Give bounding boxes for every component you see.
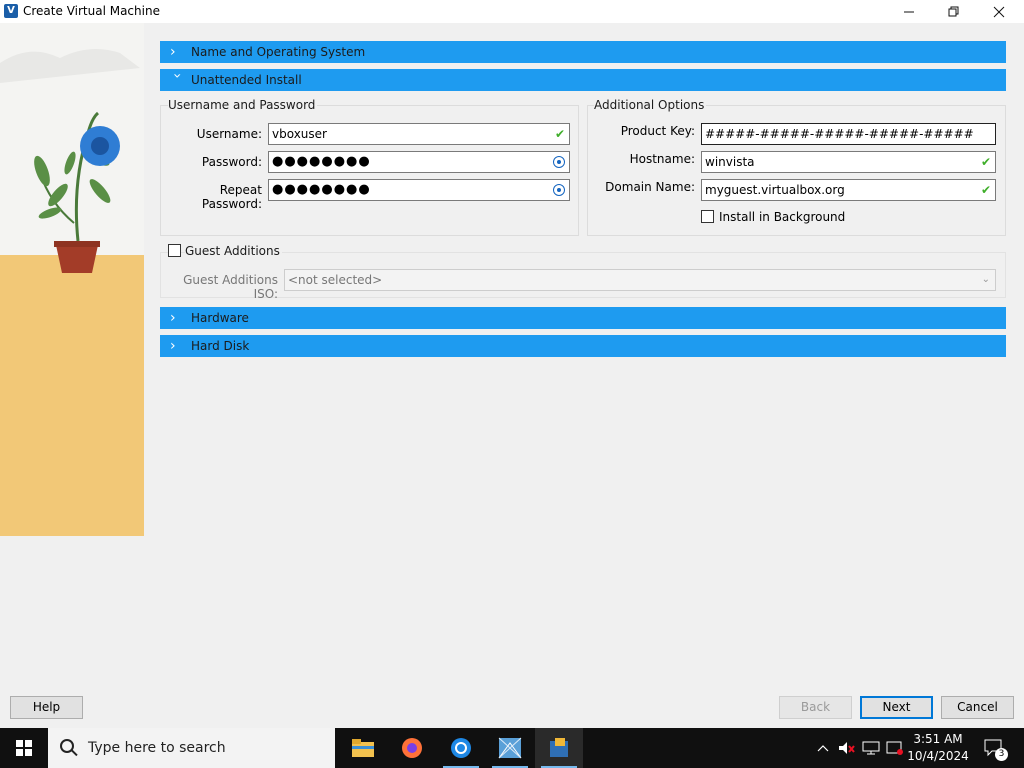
chevron-up-icon[interactable] — [814, 728, 832, 768]
dialog-content: › Name and Operating System › Unattended… — [0, 23, 1024, 686]
guest-additions-iso-select[interactable]: <not selected> ⌄ — [284, 269, 996, 291]
product-key-label: Product Key: — [620, 124, 695, 138]
wizard-illustration — [0, 23, 144, 536]
hostname-value: winvista — [705, 155, 755, 169]
chrome-icon[interactable] — [437, 728, 485, 768]
guest-additions-label: Guest Additions — [185, 244, 282, 258]
install-in-background-label: Install in Background — [719, 210, 846, 224]
domain-name-field[interactable]: myguest.virtualbox.org ✔ — [701, 179, 996, 201]
network-app-icon[interactable] — [486, 728, 534, 768]
username-field[interactable]: vboxuser ✔ — [268, 123, 570, 145]
checkmark-icon: ✔ — [554, 127, 565, 141]
help-button[interactable]: Help — [10, 696, 83, 719]
title-bar: V Create Virtual Machine — [0, 0, 1024, 23]
domain-name-value: myguest.virtualbox.org — [705, 183, 845, 197]
repeat-password-value: ●●●●●●●● — [272, 182, 371, 197]
section-name-and-os[interactable]: › Name and Operating System — [160, 41, 1006, 63]
section-label: Unattended Install — [191, 73, 302, 87]
hostname-label: Hostname: — [629, 152, 695, 166]
section-label: Name and Operating System — [191, 45, 366, 59]
flower-pot-illustration — [0, 49, 140, 273]
chevron-down-icon: ⌄ — [981, 274, 990, 285]
section-hardware[interactable]: › Hardware — [160, 307, 1006, 329]
section-label: Hardware — [191, 311, 249, 325]
taskbar-search-box[interactable]: Type here to search — [48, 728, 335, 768]
guest-additions-iso-value: <not selected> — [288, 273, 383, 287]
windows-start-icon[interactable] — [0, 728, 48, 768]
back-button[interactable]: Back — [779, 696, 852, 719]
clock-time: 3:51 AM — [913, 732, 963, 746]
section-label: Hard Disk — [191, 339, 250, 353]
username-label: Username: — [196, 127, 262, 141]
additional-options-label: Additional Options — [594, 98, 707, 112]
domain-name-label: Domain Name: — [605, 180, 695, 194]
show-password-icon[interactable] — [553, 156, 565, 168]
repeat-password-field[interactable]: ●●●●●●●● — [268, 179, 570, 201]
product-key-field[interactable]: #####-#####-#####-#####-##### — [701, 123, 996, 145]
section-unattended-install[interactable]: › Unattended Install — [160, 69, 1006, 91]
notification-icon[interactable]: 3 — [978, 728, 1010, 768]
network-icon[interactable] — [860, 728, 882, 768]
repeat-password-label: Repeat Password: — [201, 183, 262, 211]
restore-icon[interactable] — [931, 0, 977, 23]
username-value: vboxuser — [272, 127, 327, 141]
minimize-icon[interactable] — [886, 0, 932, 23]
checkmark-icon: ✔ — [980, 155, 991, 169]
password-label: Password: — [201, 155, 262, 169]
checkmark-icon: ✔ — [980, 183, 991, 197]
chevron-down-icon: › — [169, 73, 185, 79]
virtualbox-app-icon: V — [4, 4, 18, 18]
password-value: ●●●●●●●● — [272, 154, 371, 169]
taskbar: Type here to search 3:51 AM 10/4/2024 3 — [0, 728, 1024, 768]
chevron-right-icon: › — [170, 338, 176, 354]
guest-additions-checkbox[interactable] — [168, 244, 181, 257]
chevron-right-icon: › — [170, 44, 176, 60]
action-center-tray-icon[interactable] — [884, 728, 906, 768]
guest-additions-iso-label: Guest Additions ISO: — [183, 273, 278, 301]
password-field[interactable]: ●●●●●●●● — [268, 151, 570, 173]
chevron-right-icon: › — [170, 310, 176, 326]
product-key-value: #####-#####-#####-#####-##### — [705, 127, 974, 141]
section-hard-disk[interactable]: › Hard Disk — [160, 335, 1006, 357]
next-button[interactable]: Next — [860, 696, 933, 719]
firefox-icon[interactable] — [388, 728, 436, 768]
file-explorer-icon[interactable] — [339, 728, 387, 768]
search-icon — [60, 739, 74, 753]
close-icon[interactable] — [976, 0, 1022, 23]
clock-date: 10/4/2024 — [907, 749, 969, 763]
virtualbox-icon[interactable] — [535, 728, 583, 768]
volume-muted-icon[interactable] — [836, 728, 858, 768]
notification-count: 3 — [995, 748, 1008, 761]
username-password-label: Username and Password — [168, 98, 318, 112]
hostname-field[interactable]: winvista ✔ — [701, 151, 996, 173]
show-password-icon[interactable] — [553, 184, 565, 196]
button-bar: Help Back Next Cancel — [0, 686, 1024, 728]
search-placeholder: Type here to search — [88, 740, 226, 756]
window-title: Create Virtual Machine — [23, 4, 160, 18]
cancel-button[interactable]: Cancel — [941, 696, 1014, 719]
clock[interactable]: 3:51 AM 10/4/2024 — [906, 731, 970, 765]
install-in-background-checkbox[interactable] — [701, 210, 714, 223]
